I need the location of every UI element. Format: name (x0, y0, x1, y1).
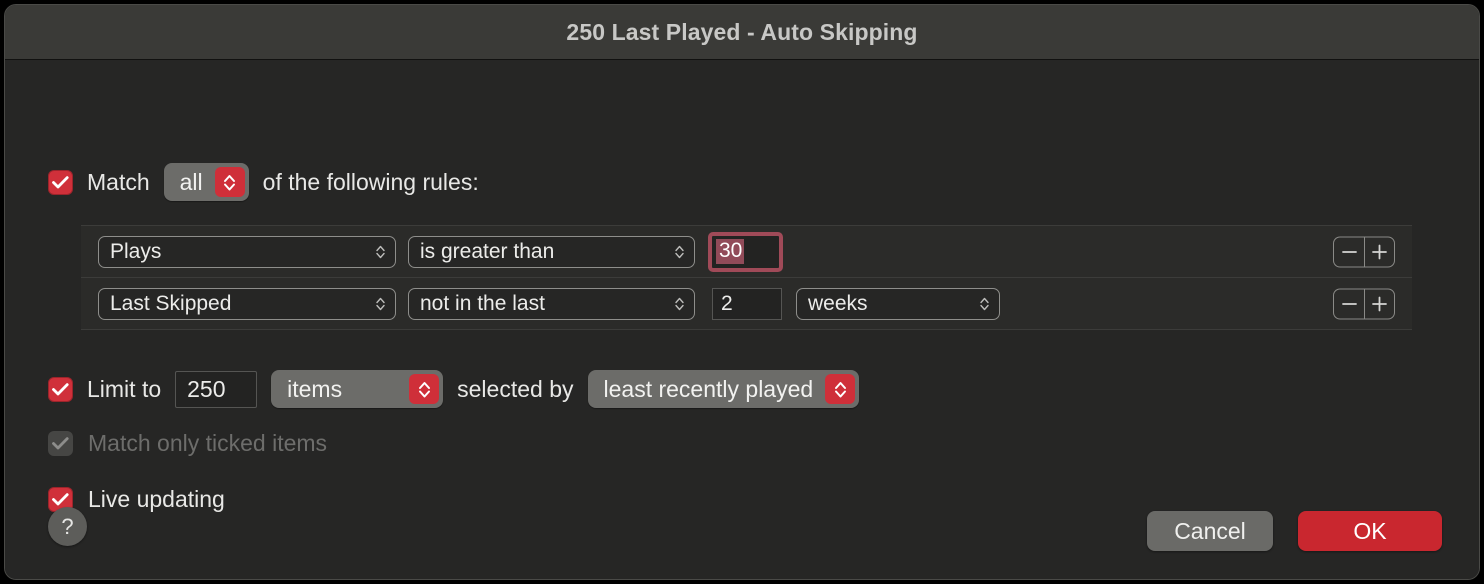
limit-unit-value: items (287, 375, 343, 402)
match-ticked-checkbox (48, 431, 73, 456)
help-button[interactable]: ? (48, 507, 87, 546)
add-rule-button[interactable] (1364, 236, 1395, 267)
rule-unit-value: weeks (808, 291, 868, 315)
smart-playlist-dialog: 250 Last Played - Auto Skipping Match al… (4, 4, 1480, 580)
rule-buttons (1333, 288, 1395, 319)
rule-buttons (1333, 236, 1395, 267)
cancel-button[interactable]: Cancel (1147, 511, 1273, 551)
rules-list: Plays is greater than 30 Last Skipped no… (81, 225, 1412, 330)
rule-value-text: 30 (716, 239, 745, 264)
rule-condition-select[interactable]: is greater than (408, 235, 695, 268)
match-suffix-label: of the following rules: (262, 168, 479, 195)
match-ticked-label: Match only ticked items (88, 430, 328, 456)
title-bar: 250 Last Played - Auto Skipping (5, 5, 1479, 60)
question-mark-icon: ? (61, 513, 74, 539)
match-operator-popup[interactable]: all (163, 163, 249, 201)
chevron-up-down-icon (674, 243, 685, 260)
limit-label: Limit to (87, 375, 162, 402)
rule-value-input[interactable]: 30 (708, 231, 783, 272)
selected-by-popup[interactable]: least recently played (587, 370, 860, 408)
limit-checkbox[interactable] (48, 376, 73, 402)
limit-row: Limit to 250 items selected by least rec… (48, 370, 860, 408)
live-updating-label: Live updating (88, 486, 225, 512)
rule-condition-value: not in the last (420, 291, 545, 315)
chevron-up-down-icon (375, 243, 386, 260)
remove-rule-button[interactable] (1333, 288, 1364, 319)
chevron-up-down-icon[interactable] (825, 374, 856, 404)
chevron-up-down-icon (979, 295, 990, 312)
rule-field-value: Last Skipped (110, 291, 232, 315)
rule-condition-select[interactable]: not in the last (408, 287, 695, 320)
rule-row: Plays is greater than 30 (81, 226, 1412, 277)
limit-amount-input[interactable]: 250 (175, 370, 258, 408)
chevron-up-down-icon[interactable] (409, 374, 440, 404)
match-ticked-row: Match only ticked items (48, 430, 327, 457)
rule-condition-value: is greater than (420, 239, 555, 263)
chevron-up-down-icon (674, 295, 685, 312)
rule-value-input-inner: 30 (712, 235, 779, 268)
rule-field-select[interactable]: Last Skipped (98, 287, 396, 320)
remove-rule-button[interactable] (1333, 236, 1364, 267)
dialog-body: Match all of the following rules: Plays (5, 60, 1479, 579)
limit-unit-popup[interactable]: items (271, 370, 444, 408)
add-rule-button[interactable] (1364, 288, 1395, 319)
window-title: 250 Last Played - Auto Skipping (566, 18, 918, 45)
rule-value-text: 2 (721, 291, 733, 315)
match-checkbox[interactable] (48, 169, 73, 195)
footer-buttons: Cancel OK (1147, 511, 1442, 551)
rule-unit-select[interactable]: weeks (796, 287, 1000, 320)
rule-field-value: Plays (110, 239, 162, 263)
rule-field-select[interactable]: Plays (98, 235, 396, 268)
chevron-up-down-icon[interactable] (214, 167, 245, 197)
chevron-up-down-icon (375, 295, 386, 312)
match-row: Match all of the following rules: (48, 163, 479, 201)
rule-row: Last Skipped not in the last 2 weeks (81, 277, 1412, 329)
match-operator-value: all (179, 168, 203, 195)
selected-by-label: selected by (457, 375, 574, 402)
limit-amount-value: 250 (187, 375, 226, 402)
match-label: Match (87, 168, 150, 195)
rule-value-input[interactable]: 2 (712, 287, 782, 320)
ok-button[interactable]: OK (1298, 511, 1442, 551)
selected-by-value: least recently played (603, 375, 814, 402)
